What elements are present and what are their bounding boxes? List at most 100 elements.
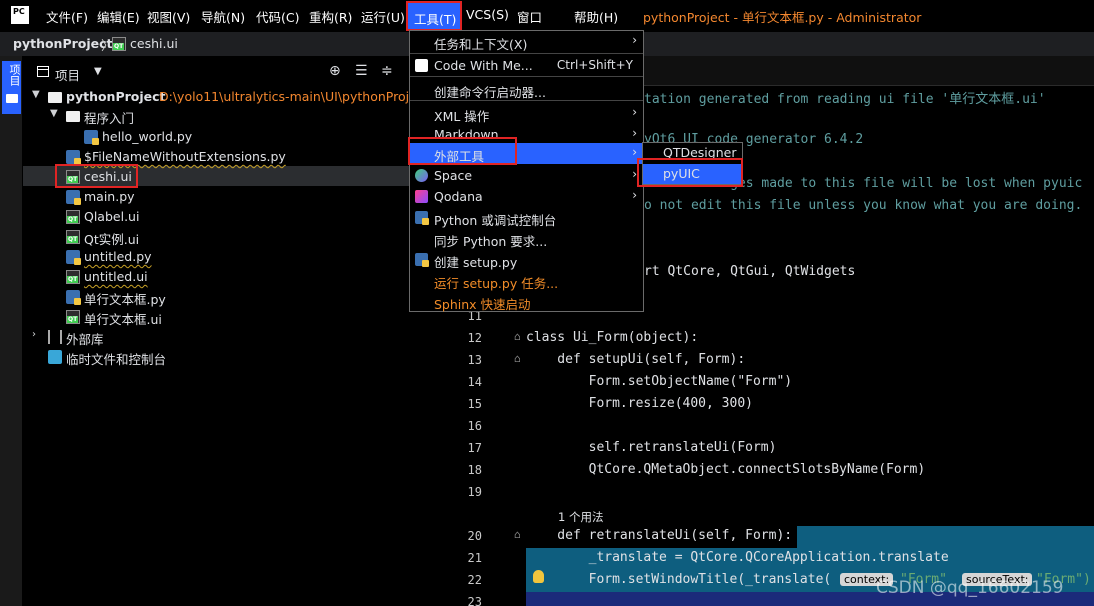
tree-node-label: 程序入门	[84, 111, 135, 126]
code-line[interactable]: 18 QtCore.QMetaObject.connectSlotsByName…	[462, 460, 1094, 482]
line-number: 14	[467, 375, 482, 389]
annotation-highlight-box	[408, 137, 517, 165]
line-number: 17	[467, 441, 482, 455]
project-panel-header	[23, 58, 462, 86]
tree-node-project-root[interactable]: ▼ pythonProject D:\yolo11\ultralytics-ma…	[23, 87, 429, 107]
code-line[interactable]: 21 _translate = QtCore.QCoreApplication.…	[462, 548, 1094, 570]
line-number: 16	[467, 419, 482, 433]
chevron-down-icon: ▼	[50, 108, 58, 119]
watermark: CSDN @qq_16602159	[876, 578, 1064, 598]
folder-icon	[6, 94, 18, 103]
menu-vcs[interactable]: VCS(S)	[466, 7, 509, 22]
tree-node-label: 单行文本框.ui	[84, 312, 162, 327]
tree-node-file[interactable]: hello_world.py	[23, 127, 413, 147]
menu-item-label: Sphinx 快速启动	[434, 297, 531, 312]
tree-node-file[interactable]: 单行文本框.py	[23, 287, 413, 307]
menu-refactor[interactable]: 重构(R)	[309, 7, 352, 26]
menu-item-shortcut: Ctrl+Shift+Y	[556, 58, 633, 72]
code-line[interactable]: 14 Form.setObjectName("Form")	[462, 372, 1094, 394]
menu-window[interactable]: 窗口	[517, 7, 542, 26]
tree-node-file[interactable]: untitled.py	[23, 247, 413, 267]
annotation-highlight-box	[637, 158, 743, 187]
menu-tools[interactable]: 工具(T)	[406, 1, 462, 31]
menu-item-xml-actions[interactable]: XML 操作 ›	[410, 103, 643, 124]
menu-separator	[410, 76, 643, 77]
qt-ui-file-icon	[112, 37, 126, 51]
menu-item-sync-requirements[interactable]: 同步 Python 要求...	[410, 228, 643, 249]
tree-node-label: untitled.ui	[84, 269, 148, 284]
tree-node-label: hello_world.py	[102, 129, 193, 144]
menu-item-python-console[interactable]: Python 或调试控制台	[410, 207, 643, 228]
menu-file[interactable]: 文件(F)	[46, 7, 88, 26]
menu-item-label: 创建 setup.py	[434, 255, 518, 270]
tree-node-scratches[interactable]: 临时文件和控制台	[23, 347, 413, 367]
folder-icon	[66, 111, 80, 122]
tree-node-file[interactable]: Qlabel.ui	[23, 207, 413, 227]
menu-item-sphinx-quickstart: Sphinx 快速启动	[410, 291, 643, 312]
python-file-icon	[66, 190, 81, 205]
annotation-highlight-box	[55, 164, 138, 188]
tree-node-file[interactable]: Qt实例.ui	[23, 227, 413, 247]
code-text: Form.setWindowTitle(_translate(	[526, 572, 832, 587]
chevron-down-icon[interactable]: ▼	[94, 66, 102, 77]
menu-item-label: Space	[434, 168, 473, 183]
code-text: class Ui_Form(object):	[526, 330, 699, 345]
menu-run[interactable]: 运行(U)	[361, 7, 405, 26]
window-title: pythonProject - 单行文本框.py - Administrator	[643, 10, 922, 25]
qt-ui-file-icon	[66, 310, 80, 324]
menu-item-label: 创建命令行启动器...	[434, 85, 546, 100]
project-panel-title[interactable]: 项目	[55, 65, 80, 84]
code-line[interactable]: 13 ⌂ def setupUi(self, Form):	[462, 350, 1094, 372]
menu-help[interactable]: 帮助(H)	[574, 7, 618, 26]
tree-node-folder[interactable]: ▼ 程序入门	[23, 106, 413, 126]
menu-item-label: Qodana	[434, 189, 483, 204]
python-file-icon	[66, 250, 81, 265]
chevron-right-icon: ›	[632, 105, 637, 119]
tree-node-file[interactable]: 单行文本框.ui	[23, 307, 413, 327]
code-line[interactable]: 16	[462, 416, 1094, 438]
line-number: 20	[467, 529, 482, 543]
menu-item-create-setup[interactable]: 创建 setup.py	[410, 249, 643, 270]
menu-item-code-with-me[interactable]: Code With Me... Ctrl+Shift+Y	[410, 55, 643, 76]
tree-node-file[interactable]: untitled.ui	[23, 267, 413, 287]
menu-item-label: 运行 setup.py 任务...	[434, 276, 559, 291]
code-text: o not edit this file unless you know wha…	[644, 198, 1083, 213]
fold-icon[interactable]: ⌂	[514, 528, 521, 541]
locate-file-icon[interactable]: ⊕	[329, 63, 341, 79]
expand-all-icon[interactable]: ☰	[355, 63, 368, 79]
code-text: _translate = QtCore.QCoreApplication.tra…	[526, 550, 949, 565]
menu-edit[interactable]: 编辑(E)	[97, 7, 140, 26]
menu-view[interactable]: 视图(V)	[147, 7, 190, 26]
breadcrumb-file[interactable]: ceshi.ui	[130, 36, 178, 51]
menu-item-label: Code With Me...	[434, 58, 533, 73]
breadcrumb-project[interactable]: pythonProject	[13, 36, 113, 51]
tree-node-path: D:\yolo11\ultralytics-main\UI\pythonProj…	[159, 89, 429, 104]
menu-item-space[interactable]: Space ›	[410, 165, 643, 186]
code-text: Form.setObjectName("Form")	[526, 374, 793, 389]
code-line[interactable]: 15 Form.resize(400, 300)	[462, 394, 1094, 416]
code-line[interactable]: 20 ⌂ def retranslateUi(self, Form):	[462, 526, 1094, 548]
collapse-all-icon[interactable]: ≑	[381, 63, 393, 79]
fold-icon[interactable]: ⌂	[514, 330, 521, 343]
code-text: QtCore.QMetaObject.connectSlotsByName(Fo…	[526, 462, 926, 477]
tree-node-label: 临时文件和控制台	[66, 352, 167, 367]
tree-node-label: untitled.py	[84, 249, 152, 264]
code-line[interactable]: 19	[462, 482, 1094, 504]
menu-item-qodana[interactable]: Qodana ›	[410, 186, 643, 207]
code-line[interactable]: 12 ⌂ class Ui_Form(object):	[462, 328, 1094, 350]
menu-code[interactable]: 代码(C)	[256, 7, 299, 26]
line-number: 23	[467, 595, 482, 606]
menu-item-create-launcher[interactable]: 创建命令行启动器...	[410, 79, 643, 100]
tree-node-file[interactable]: main.py	[23, 187, 413, 207]
qt-ui-file-icon	[66, 230, 80, 244]
menu-item-tasks-contexts[interactable]: 任务和上下文(X) ›	[410, 31, 643, 52]
project-view-icon	[37, 66, 49, 77]
lightbulb-icon[interactable]	[533, 570, 544, 583]
tool-window-strip	[0, 56, 23, 606]
fold-icon[interactable]: ⌂	[514, 352, 521, 365]
tree-node-label: Qt实例.ui	[84, 232, 140, 247]
tree-node-external-libraries[interactable]: › 外部库	[23, 327, 413, 347]
menu-navigate[interactable]: 导航(N)	[201, 7, 245, 26]
usage-hint[interactable]: 1 个用法	[558, 509, 603, 525]
code-line[interactable]: 17 self.retranslateUi(Form)	[462, 438, 1094, 460]
